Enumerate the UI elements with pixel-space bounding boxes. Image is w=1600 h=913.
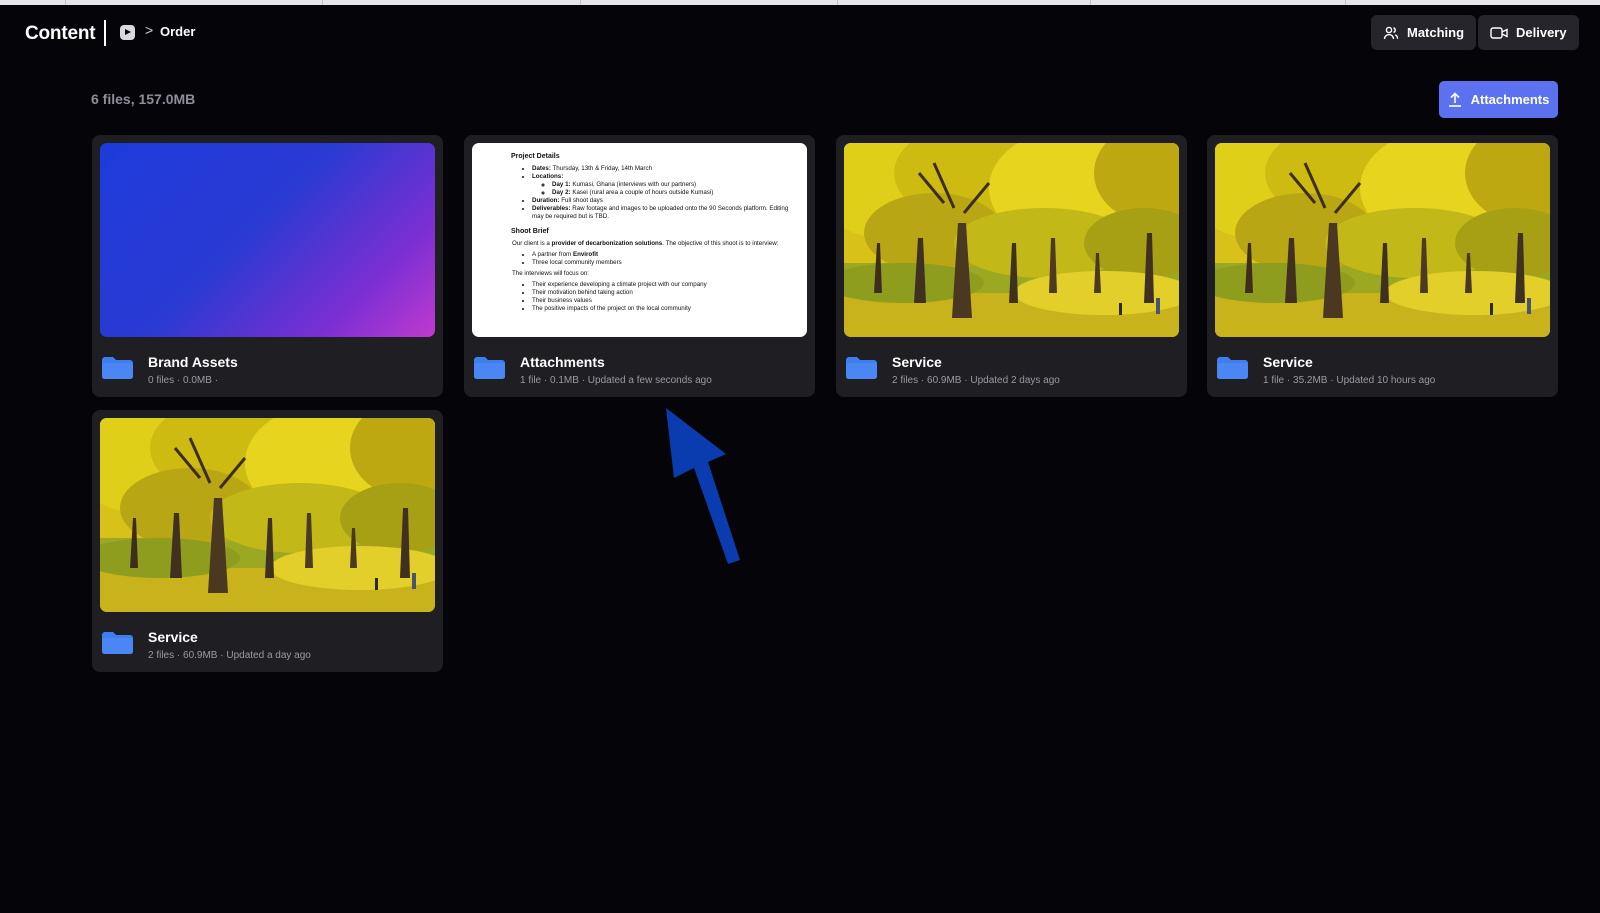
annotation-arrow-icon <box>666 408 740 564</box>
breadcrumb-current[interactable]: Order <box>160 24 195 39</box>
doc-deliverables: Raw footage and images to be uploaded on… <box>532 205 789 220</box>
folder-icon <box>1217 357 1248 379</box>
doc-heading-shoot-brief: Shoot Brief <box>511 228 549 235</box>
folder-card-service[interactable]: Service 1 file · 35.2MB · Updated 10 hou… <box>1207 135 1558 397</box>
doc-dates: Thursday, 13th & Friday, 14th March <box>552 165 653 172</box>
doc-focus-item: The positive impacts of the project on t… <box>532 305 795 313</box>
autumn-trees-thumbnail[interactable] <box>844 143 1179 337</box>
doc-members: Three local community members <box>532 259 795 267</box>
delivery-label: Delivery <box>1516 25 1567 40</box>
doc-focus-item: Their experience developing a climate pr… <box>532 281 795 289</box>
doc-day2-label: Day 2: <box>552 189 571 196</box>
document-thumbnail[interactable]: Project Details Dates: Thursday, 13th & … <box>472 143 807 337</box>
folder-title[interactable]: Attachments <box>520 354 605 370</box>
doc-locations-label: Locations: <box>532 173 564 180</box>
delivery-button[interactable]: Delivery <box>1478 15 1579 50</box>
matching-label: Matching <box>1407 25 1465 40</box>
doc-partner: A partner from Envirofit <box>532 251 795 259</box>
folder-title[interactable]: Brand Assets <box>148 354 238 370</box>
folder-title[interactable]: Service <box>1263 354 1313 370</box>
doc-day2: Kasei (rural area a couple of hours outs… <box>572 189 714 196</box>
folder-icon <box>102 632 133 654</box>
doc-duration: Full shoot days <box>561 197 603 204</box>
folder-title[interactable]: Service <box>148 629 198 645</box>
doc-day1-label: Day 1: <box>552 181 571 188</box>
autumn-trees-thumbnail[interactable] <box>1215 143 1550 337</box>
doc-focus-item: Their motivation behind taking action <box>532 289 795 297</box>
folder-card-attachments[interactable]: Project Details Dates: Thursday, 13th & … <box>464 135 815 397</box>
folder-icon <box>474 357 505 379</box>
doc-day1: Kumasi, Ghana (interviews with our partn… <box>572 181 697 188</box>
top-header: Content > Order Matching Delivery <box>0 5 1600 61</box>
upload-icon <box>1448 92 1461 107</box>
upload-label: Attachments <box>1470 92 1550 107</box>
file-summary: 6 files, 157.0MB <box>91 91 196 107</box>
breadcrumb-separator: > <box>145 22 154 38</box>
folder-meta: 1 file · 35.2MB · Updated 10 hours ago <box>1263 375 1436 386</box>
doc-heading-project-details: Project Details <box>511 153 560 160</box>
autumn-trees-thumbnail[interactable] <box>100 418 435 612</box>
header-divider <box>104 20 106 46</box>
folder-thumbnail[interactable] <box>100 143 435 337</box>
folder-card-brand-assets[interactable]: Brand Assets 0 files · 0.0MB · <box>92 135 443 397</box>
folder-title[interactable]: Service <box>892 354 942 370</box>
folder-meta: 1 file · 0.1MB · Updated a few seconds a… <box>520 375 712 386</box>
app-title: Content <box>25 23 96 44</box>
doc-duration-label: Duration: <box>532 197 560 204</box>
folder-card-service[interactable]: Service 2 files · 60.9MB · Updated a day… <box>92 410 443 672</box>
camera-icon <box>1490 26 1508 39</box>
doc-focus-item: Their business values <box>532 297 795 305</box>
doc-deliverables-label: Deliverables: <box>532 205 571 212</box>
play-badge-icon[interactable] <box>120 25 135 40</box>
folder-icon <box>102 357 133 379</box>
folder-meta: 2 files · 60.9MB · Updated 2 days ago <box>892 375 1060 386</box>
folder-icon <box>846 357 877 379</box>
people-icon <box>1383 26 1399 39</box>
matching-button[interactable]: Matching <box>1371 15 1477 50</box>
folder-card-service[interactable]: Service 2 files · 60.9MB · Updated 2 day… <box>836 135 1187 397</box>
doc-brief: Our client is a provider of decarbonizat… <box>512 240 779 247</box>
upload-attachments-button[interactable]: Attachments <box>1439 81 1558 118</box>
folder-meta: 0 files · 0.0MB · <box>148 375 219 386</box>
doc-dates-label: Dates: <box>532 165 551 172</box>
doc-focus: The interviews will focus on: <box>512 270 590 277</box>
folder-meta: 2 files · 60.9MB · Updated a day ago <box>148 650 311 661</box>
